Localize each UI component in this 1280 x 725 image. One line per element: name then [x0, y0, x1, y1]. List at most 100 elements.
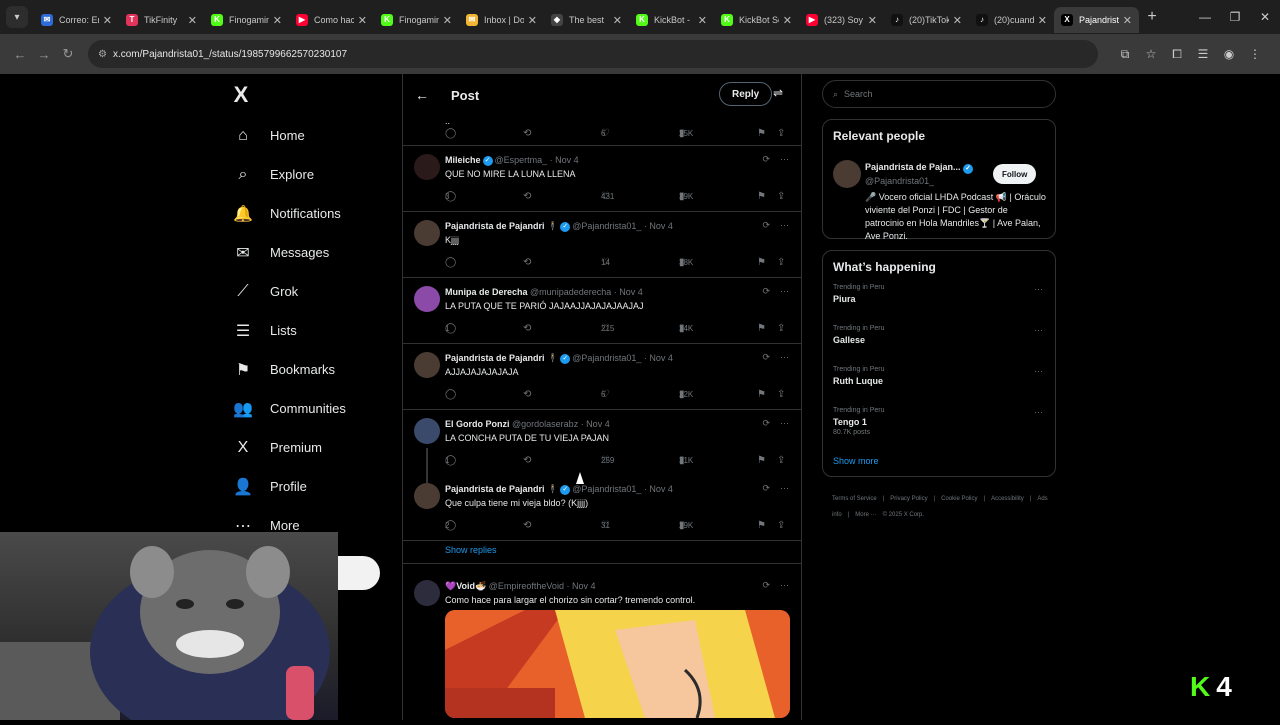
nav-item-communities[interactable]: 👥 Communities — [224, 389, 402, 428]
avatar[interactable] — [414, 220, 440, 246]
avatar[interactable] — [414, 418, 440, 444]
browser-tab[interactable]: ♪ (20)cuand ✕ — [969, 7, 1054, 33]
trend-item[interactable]: Trending in Peru Gallese ··· — [833, 325, 1045, 366]
close-tab-icon[interactable]: ✕ — [358, 14, 367, 27]
tweet[interactable]: El Gordo Ponzi @gordolaserabz · Nov 4 ⟳ ··… — [403, 410, 801, 483]
author-name[interactable]: 💜Void🍜 — [445, 581, 486, 591]
close-tab-icon[interactable]: ✕ — [528, 14, 537, 27]
close-tab-icon[interactable]: ✕ — [613, 14, 622, 27]
new-tab-button[interactable]: + — [1139, 8, 1165, 26]
browser-tab[interactable]: T TikFinity ✕ — [119, 7, 204, 33]
avatar[interactable] — [414, 483, 440, 509]
footer-link[interactable]: Terms of Service — [832, 496, 877, 502]
author-name[interactable]: Mileiche — [445, 155, 481, 165]
author-handle[interactable]: @Espertma_ · Nov 4 — [495, 155, 579, 165]
more-options-icon[interactable]: ··· — [780, 154, 789, 165]
reload-icon[interactable]: ↻ — [56, 46, 80, 62]
bookmark-star-icon[interactable]: ☆ — [1138, 47, 1164, 62]
more-options-icon[interactable]: ··· — [1034, 366, 1043, 376]
media-icon[interactable]: ☰ — [1190, 47, 1216, 62]
browser-menu-icon[interactable]: ⋮ — [1242, 47, 1268, 62]
show-more-link[interactable]: Show more — [833, 456, 1045, 466]
author-name[interactable]: El Gordo Ponzi — [445, 419, 510, 429]
tweet[interactable]: Mileiche ✓ @Espertma_ · Nov 4 ⟳ ··· QUE NO MI… — [403, 146, 801, 212]
tweet[interactable]: Pajandrista de Pajandri 🕴 ✓ @Pajandrista01… — [403, 475, 801, 541]
browser-tab[interactable]: K KickBot - ✕ — [629, 7, 714, 33]
nav-item-messages[interactable]: ✉ Messages — [224, 233, 402, 272]
close-tab-icon[interactable]: ✕ — [868, 14, 877, 27]
footer-link[interactable]: More ··· — [855, 512, 876, 518]
grok-icon[interactable]: ⟳ — [762, 483, 770, 494]
close-tab-icon[interactable]: ✕ — [1038, 14, 1047, 27]
more-options-icon[interactable]: ··· — [780, 580, 789, 591]
site-info-icon[interactable]: ⚙ — [98, 49, 107, 60]
reply-button[interactable]: Reply — [719, 82, 773, 106]
browser-tab[interactable]: K Finogamin ✕ — [204, 7, 289, 33]
tweet-media-image[interactable] — [445, 610, 790, 718]
trend-item[interactable]: Trending in Peru Piura ··· — [833, 284, 1045, 325]
browser-tab[interactable]: X Pajandrista ✕ — [1054, 7, 1139, 33]
install-app-icon[interactable]: ⧉ — [1112, 47, 1138, 62]
avatar[interactable] — [414, 580, 440, 606]
trend-item[interactable]: Trending in Peru Ruth Luque ··· — [833, 366, 1045, 407]
nav-item-grok[interactable]: ⟋ Grok — [224, 272, 402, 311]
avatar[interactable] — [414, 286, 440, 312]
browser-tab[interactable]: ✉ Inbox | Do ✕ — [459, 7, 544, 33]
browser-tab[interactable]: ▶ Como hac ✕ — [289, 7, 374, 33]
author-handle[interactable]: @gordolaserabz · Nov 4 — [512, 419, 610, 429]
close-tab-icon[interactable]: ✕ — [443, 14, 452, 27]
grok-icon[interactable]: ⟳ — [762, 418, 770, 429]
avatar[interactable] — [833, 160, 861, 188]
profile-avatar-icon[interactable]: ◉ — [1216, 47, 1242, 62]
grok-icon[interactable]: ⟳ — [762, 286, 770, 297]
trend-item[interactable]: Trending in Peru Tengo 1 80.7K posts ··· — [833, 407, 1045, 448]
close-tab-icon[interactable]: ✕ — [953, 14, 962, 27]
more-options-icon[interactable]: ··· — [1034, 407, 1043, 417]
nav-item-premium[interactable]: X Premium — [224, 428, 402, 467]
nav-item-explore[interactable]: ⌕ Explore — [224, 155, 402, 194]
extensions-icon[interactable]: ⧠ — [1164, 47, 1190, 62]
person-name[interactable]: Pajandrista de Pajan... ✓ — [865, 162, 974, 174]
forward-arrow-icon[interactable]: → — [32, 47, 56, 62]
browser-tab[interactable]: ◆ The best ✕ — [544, 7, 629, 33]
browser-tab[interactable]: K KickBot Se ✕ — [714, 7, 799, 33]
back-arrow-icon[interactable]: ← — [8, 47, 32, 62]
search-input[interactable]: ⌕ Search — [822, 80, 1056, 108]
close-tab-icon[interactable]: ✕ — [273, 14, 282, 27]
avatar[interactable] — [414, 154, 440, 180]
close-tab-icon[interactable]: ✕ — [188, 14, 197, 27]
nav-item-lists[interactable]: ☰ Lists — [224, 311, 402, 350]
author-handle[interactable]: @EmpireoftheVoid · Nov 4 — [489, 581, 596, 591]
author-name[interactable]: Munipa de Derecha — [445, 287, 528, 297]
grok-icon[interactable]: ⟳ — [762, 220, 770, 231]
nav-item-profile[interactable]: 👤 Profile — [224, 467, 402, 506]
follow-button[interactable]: Follow — [993, 164, 1037, 184]
close-tab-icon[interactable]: ✕ — [698, 14, 707, 27]
footer-link[interactable]: © 2025 X Corp. — [883, 512, 924, 518]
browser-tab[interactable]: ✉ Correo: Er ✕ — [34, 7, 119, 33]
more-options-icon[interactable]: ··· — [780, 220, 789, 231]
tweet[interactable]: 💜Void🍜 @EmpireoftheVoid · Nov 4 ⟳ ··· Co… — [403, 564, 801, 720]
author-handle[interactable]: @Pajandrista01_ · Nov 4 — [572, 221, 673, 231]
more-options-icon[interactable]: ··· — [780, 286, 789, 297]
sliders-icon[interactable]: ⇌ — [773, 86, 783, 100]
more-options-icon[interactable]: ··· — [780, 352, 789, 363]
minimize-button[interactable]: — — [1190, 10, 1220, 24]
author-handle[interactable]: @munipadederecha · Nov 4 — [530, 287, 643, 297]
grok-icon[interactable]: ⟳ — [762, 154, 770, 165]
show-replies-link[interactable]: Show replies — [403, 541, 801, 564]
close-tab-icon[interactable]: ✕ — [783, 14, 792, 27]
tweet[interactable]: Munipa de Derecha @munipadederecha · Nov… — [403, 278, 801, 344]
author-handle[interactable]: @Pajandrista01_ · Nov 4 — [572, 484, 673, 494]
close-tab-icon[interactable]: ✕ — [103, 14, 112, 27]
footer-link[interactable]: Accessibility — [991, 496, 1024, 502]
browser-tab[interactable]: ▶ (323) Soy ✕ — [799, 7, 884, 33]
more-options-icon[interactable]: ··· — [780, 483, 789, 494]
tweet[interactable]: Pajandrista de Pajandri 🕴 ✓ @Pajandrista01… — [403, 344, 801, 410]
author-name[interactable]: Pajandrista de Pajandri 🕴 — [445, 353, 558, 363]
browser-tab[interactable]: ♪ (20)TikTok ✕ — [884, 7, 969, 33]
close-tab-icon[interactable]: ✕ — [1123, 14, 1132, 27]
avatar[interactable] — [414, 352, 440, 378]
restore-button[interactable]: ❐ — [1220, 10, 1250, 24]
browser-tab[interactable]: K Finogamin ✕ — [374, 7, 459, 33]
